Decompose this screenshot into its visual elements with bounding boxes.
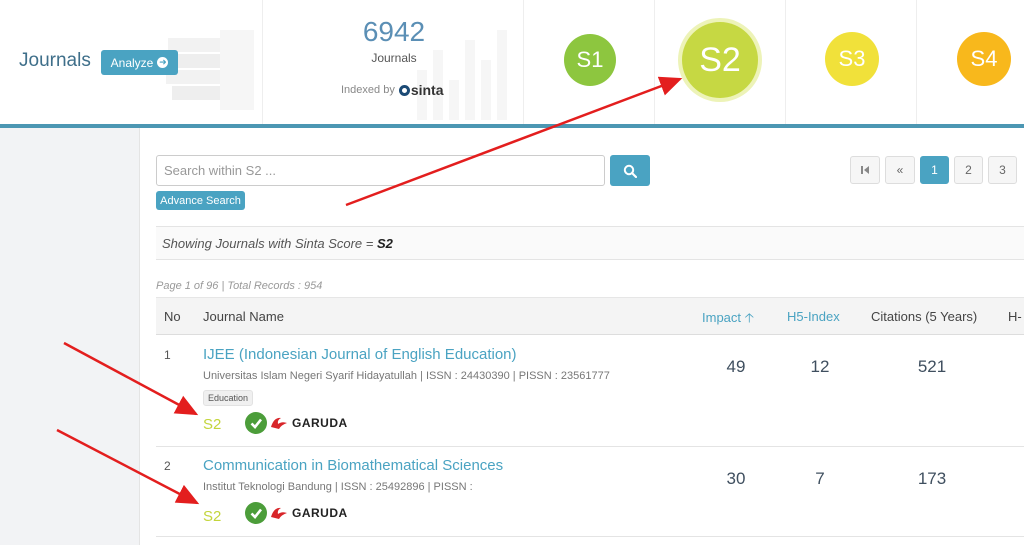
filter-summary-value: S2	[376, 236, 393, 251]
page-3-button[interactable]: 3	[988, 156, 1017, 184]
table-header: No Journal Name Impact 🡡 H5-Index Citati…	[156, 297, 1024, 335]
score-cell-s2: S2	[655, 0, 786, 124]
first-page-icon	[861, 166, 869, 174]
score-s2-button[interactable]: S2	[682, 22, 758, 98]
subject-tag[interactable]: Education	[203, 390, 254, 406]
header-divider	[0, 124, 1024, 128]
garuda-emblem-icon	[271, 417, 287, 429]
journal-meta: Institut Teknologi Bandung | ISSN : 2549…	[203, 481, 473, 493]
advance-search-button[interactable]: Advance Search	[156, 191, 245, 210]
journals-count-panel: 6942 Journals Indexed by sinta	[262, 0, 524, 124]
col-impact-sort[interactable]: Impact 🡡	[702, 309, 754, 331]
top-header: Journals Analyze ➜ 6942 Journals Indexed…	[0, 0, 1024, 124]
score-s3-button[interactable]: S3	[825, 32, 879, 86]
sinta-score-label: S2	[203, 508, 222, 525]
sinta-logo: sinta	[398, 82, 444, 98]
search-button[interactable]	[610, 155, 650, 186]
h5-index-value: 7	[815, 469, 825, 488]
page-info: Page 1 of 96 | Total Records : 954	[156, 280, 323, 292]
table-row: 2 Communication in Biomathematical Scien…	[156, 447, 1024, 537]
journal-meta: Universitas Islam Negeri Syarif Hidayatu…	[203, 370, 610, 382]
indexed-by-label: Indexed by	[341, 84, 395, 96]
filter-summary: Showing Journals with Sinta Score = S2	[156, 226, 1024, 260]
citations-value: 521	[917, 357, 947, 376]
citations-value: 173	[917, 469, 947, 488]
journal-title-link[interactable]: IJEE (Indonesian Journal of English Educ…	[203, 346, 517, 363]
col-h5-index-sort[interactable]: H5-Index	[787, 309, 840, 324]
previous-page-button[interactable]: «	[885, 156, 915, 184]
verified-check-icon	[245, 412, 267, 434]
garuda-emblem-icon	[271, 507, 287, 519]
col-journal-name: Journal Name	[203, 309, 284, 324]
score-s4-button[interactable]: S4	[957, 32, 1011, 86]
table-row: 1 IJEE (Indonesian Journal of English Ed…	[156, 335, 1024, 447]
page-2-button[interactable]: 2	[954, 156, 983, 184]
journals-count-label: Journals	[371, 51, 417, 65]
row-number: 2	[164, 459, 171, 473]
impact-value: 30	[726, 469, 746, 488]
h5-index-value: 12	[810, 357, 830, 376]
first-page-button[interactable]	[850, 156, 880, 184]
col-impact-label: Impact	[702, 310, 742, 325]
sort-up-icon: 🡡	[744, 310, 754, 325]
search-input[interactable]	[156, 155, 605, 186]
score-cell-s4: S4	[917, 0, 1024, 124]
arrow-right-circle-icon: ➜	[157, 57, 169, 68]
impact-value: 49	[726, 357, 746, 376]
page-1-button[interactable]: 1	[920, 156, 949, 184]
analyze-label: Analyze	[110, 55, 154, 70]
score-s1-button[interactable]: S1	[564, 34, 616, 86]
indexed-by: Indexed by sinta	[341, 82, 444, 98]
col-h: H-	[1008, 309, 1022, 324]
score-cell-s1: S1	[524, 0, 655, 124]
verified-check-icon	[245, 502, 267, 524]
journals-count: 6942	[362, 16, 426, 47]
page-title: Journals	[19, 50, 91, 71]
search-icon	[623, 164, 637, 178]
sinta-score-label: S2	[203, 416, 222, 433]
analyze-button[interactable]: Analyze ➜	[101, 50, 178, 75]
score-cell-s3: S3	[786, 0, 917, 124]
previous-page-icon: «	[896, 163, 904, 177]
col-citations: Citations (5 Years)	[871, 309, 978, 324]
garuda-logo[interactable]: GARUDA	[269, 505, 348, 521]
row-number: 1	[164, 348, 171, 362]
garuda-logo[interactable]: GARUDA	[269, 415, 348, 431]
journal-title-link[interactable]: Communication in Biomathematical Science…	[203, 457, 503, 474]
col-no: No	[164, 309, 181, 324]
filter-summary-prefix: Showing Journals with Sinta Score =	[162, 236, 377, 251]
left-gutter	[0, 128, 140, 545]
